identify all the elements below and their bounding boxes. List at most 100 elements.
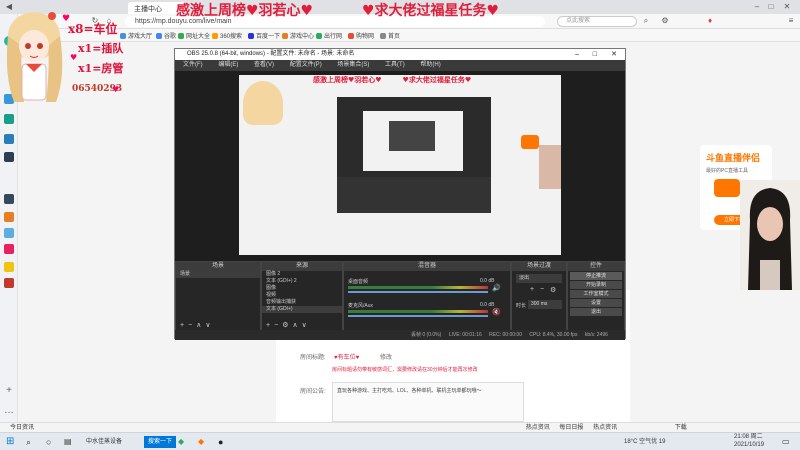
gear-icon[interactable]: ⚙ xyxy=(282,322,292,329)
weather-text[interactable]: 18°C 空气优 19 xyxy=(624,435,665,449)
extension-icon[interactable]: ⚙ xyxy=(660,16,670,26)
volume-slider[interactable] xyxy=(348,291,488,293)
app-icon-gold[interactable] xyxy=(4,262,14,272)
download-label[interactable]: 下载 xyxy=(675,425,687,431)
app-icon-navy[interactable] xyxy=(4,194,14,204)
app-icon-dark[interactable] xyxy=(4,152,14,162)
taskbar-app-icon[interactable]: ▤ xyxy=(64,435,74,449)
bookmark-item[interactable]: 谷歌 xyxy=(156,31,176,40)
maximize-icon[interactable]: □ xyxy=(593,49,597,60)
menu-view[interactable]: 查看(V) xyxy=(254,62,274,68)
remove-icon[interactable]: − xyxy=(188,322,196,329)
menu-edit[interactable]: 编辑(E) xyxy=(218,62,238,68)
menu-profile[interactable]: 配置文件(P) xyxy=(290,62,322,68)
more-icon[interactable]: … xyxy=(4,406,14,416)
rec-timer: REC: 00:00:00 xyxy=(489,332,522,338)
source-item[interactable]: 图像 2 xyxy=(262,271,342,278)
webcam-feed xyxy=(740,180,800,290)
status-item[interactable]: 热点资讯 xyxy=(526,425,550,431)
bookmark-item[interactable]: 出行网 xyxy=(316,31,342,40)
obs-window[interactable]: OBS 25.0.8 (64-bit, windows) - 配置文件: 未命名… xyxy=(174,48,626,340)
minimize-icon[interactable]: – xyxy=(752,2,762,12)
settings-button[interactable]: 设置 xyxy=(570,299,622,307)
taskbar-app-icon[interactable]: ◆ xyxy=(198,435,208,449)
bookmark-item[interactable]: 购物网 xyxy=(348,31,374,40)
bookmark-item[interactable]: 360搜索 xyxy=(212,31,242,40)
room-notice-box[interactable]: 直玩各种游戏、主打吃鸡、LOL、各种单机、联机主玩单都玩哦～ xyxy=(332,382,524,422)
remove-icon[interactable]: − xyxy=(274,322,282,329)
menu-help[interactable]: 帮助(H) xyxy=(420,62,440,68)
status-item[interactable]: 每日日报 xyxy=(559,425,583,431)
app-icon-lightblue[interactable] xyxy=(4,228,14,238)
mixer-channel-name: 麦克风/Aux xyxy=(348,303,374,309)
source-item[interactable]: 音频输出捕获 xyxy=(262,299,342,306)
start-recording-button[interactable]: 开始录制 xyxy=(570,281,622,289)
bookmark-icon xyxy=(120,33,126,39)
menu-file[interactable]: 文件(F) xyxy=(183,62,203,68)
stop-streaming-button[interactable]: 停止推流 xyxy=(570,272,622,280)
search-icon[interactable]: ⌕ xyxy=(26,435,31,449)
maximize-icon[interactable]: □ xyxy=(766,2,776,12)
bookmark-icon xyxy=(156,33,162,39)
taskbar-app-label: 搜索一下 xyxy=(148,439,173,445)
title-warning: 房间标题请勿带有敏感词汇，需要修改请在30分钟后才能再次修改 xyxy=(332,367,478,373)
clock-date[interactable]: 2021/10/19 xyxy=(734,441,764,450)
add-icon[interactable]: + xyxy=(530,286,534,293)
source-item[interactable]: 文本 (GDI+) xyxy=(262,306,342,313)
bookmark-icon xyxy=(316,33,322,39)
source-item[interactable]: 视频 xyxy=(262,292,342,299)
taskbar-app[interactable]: 中水佳蒸设备 xyxy=(82,435,126,449)
obs-taskbar-icon[interactable]: ● xyxy=(218,435,228,449)
app-icon-cyan[interactable] xyxy=(4,114,14,124)
notification-icon[interactable]: ▭ xyxy=(782,435,790,449)
gear-icon[interactable]: ⚙ xyxy=(550,286,556,294)
close-icon[interactable]: ✕ xyxy=(611,49,617,60)
down-icon[interactable]: ∨ xyxy=(302,322,311,329)
app-icon-red[interactable] xyxy=(4,278,14,288)
start-icon[interactable]: ⊞ xyxy=(6,435,18,449)
bookmark-item[interactable]: 游戏中心 xyxy=(282,31,314,40)
scene-item[interactable]: 场景 xyxy=(176,271,260,278)
speaker-icon[interactable]: 🔊 xyxy=(492,284,501,292)
minimize-icon[interactable]: – xyxy=(575,49,579,60)
add-icon[interactable]: + xyxy=(4,386,14,396)
close-icon[interactable]: ✕ xyxy=(782,2,792,12)
obs-preview[interactable]: 感激上周榜♥羽若心♥ ♥求大佬过福星任务♥ xyxy=(175,71,625,261)
remove-icon[interactable]: − xyxy=(540,286,544,293)
bookmark-item[interactable]: 首页 xyxy=(380,31,400,40)
cpu-fps: CPU: 8.4%, 30.00 fps xyxy=(529,332,578,338)
game-icon[interactable]: ♦ xyxy=(705,16,715,26)
app-icon-pink[interactable] xyxy=(4,244,14,254)
source-item[interactable]: 文本 (GDI+) 2 xyxy=(262,278,342,285)
mute-icon[interactable]: 🔇 xyxy=(492,308,501,316)
exit-button[interactable]: 退出 xyxy=(570,308,622,316)
bookmark-item[interactable]: 游戏大厅 xyxy=(120,31,152,40)
studio-mode-button[interactable]: 工作室模式 xyxy=(570,290,622,298)
app-icon-blue2[interactable] xyxy=(4,134,14,144)
menu-icon[interactable]: ≡ xyxy=(786,16,796,26)
volume-slider[interactable] xyxy=(348,315,488,317)
controls-dock: 控件 停止推流 开始录制 工作室模式 设置 退出 xyxy=(567,261,625,332)
add-icon[interactable]: + xyxy=(180,322,188,329)
douyu-logo-icon xyxy=(714,179,740,197)
taskbar-app-icon[interactable]: ◆ xyxy=(178,435,188,449)
search-input[interactable]: 点此搜索 xyxy=(557,16,637,27)
transition-select[interactable]: 淡出 xyxy=(516,274,562,283)
down-icon[interactable]: ∨ xyxy=(205,322,214,329)
bookmark-item[interactable]: 百度一下 xyxy=(248,31,280,40)
menu-tools[interactable]: 工具(T) xyxy=(385,62,405,68)
search-icon[interactable]: ⌕ xyxy=(641,16,651,26)
up-icon[interactable]: ∧ xyxy=(196,322,205,329)
status-item[interactable]: 热点资讯 xyxy=(593,425,617,431)
bookmark-item[interactable]: 网址大全 xyxy=(178,31,210,40)
duration-input[interactable]: 300 ms xyxy=(528,300,562,309)
taskview-icon[interactable]: ○ xyxy=(46,435,51,449)
taskbar-app[interactable]: 搜索一下 xyxy=(144,436,177,448)
source-item[interactable]: 图像 xyxy=(262,285,342,292)
app-icon-orange[interactable] xyxy=(4,212,14,222)
up-icon[interactable]: ∧ xyxy=(292,322,301,329)
menu-scene-collection[interactable]: 场景集合(S) xyxy=(337,62,369,68)
news-label[interactable]: 今日资讯 xyxy=(10,425,34,431)
edit-title-link[interactable]: 修改 xyxy=(380,352,392,361)
add-icon[interactable]: + xyxy=(266,322,274,329)
